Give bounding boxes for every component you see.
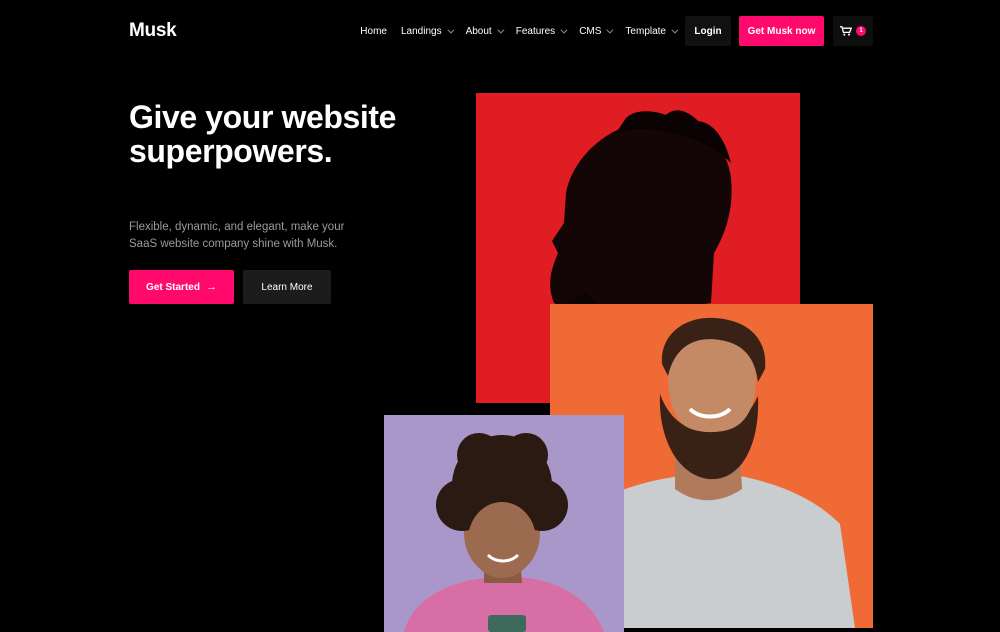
get-musk-button[interactable]: Get Musk now	[739, 16, 824, 46]
arrow-right-icon: →	[205, 281, 217, 293]
get-started-label: Get Started	[146, 281, 200, 293]
nav-item-label: Template	[625, 25, 666, 37]
nav-item-label: About	[465, 25, 492, 37]
cart-button[interactable]: 1	[833, 16, 873, 46]
brand-logo[interactable]: Musk	[129, 20, 177, 42]
nav-item-features[interactable]: Features	[515, 25, 568, 37]
chevron-down-icon	[446, 26, 455, 34]
cart-icon	[840, 26, 852, 36]
portrait-image-purple	[384, 415, 624, 632]
chevron-down-icon	[671, 26, 679, 34]
chevron-down-icon	[606, 26, 614, 34]
login-button[interactable]: Login	[685, 16, 731, 46]
chevron-down-icon	[497, 26, 505, 34]
nav-item-label: Home	[360, 25, 387, 37]
hero-title: Give your website superpowers.	[129, 99, 397, 169]
get-started-button[interactable]: Get Started →	[129, 270, 234, 304]
nav-item-label: CMS	[579, 25, 602, 37]
learn-more-button[interactable]: Learn More	[243, 270, 331, 304]
hero-subtitle: Flexible, dynamic, and elegant, make you…	[129, 221, 345, 250]
nav-item-label: Features	[515, 25, 556, 37]
nav-item-cms[interactable]: CMS	[579, 25, 614, 37]
nav-item-home[interactable]: Home	[360, 26, 387, 37]
nav-item-label: Landings	[400, 25, 442, 37]
chevron-down-icon	[560, 26, 568, 34]
cart-count-badge: 1	[856, 26, 866, 36]
nav-item-about[interactable]: About	[465, 25, 505, 37]
nav-item-landings[interactable]: Landings	[400, 25, 455, 37]
main-nav: Home Landings About Features CMS Templat…	[360, 16, 873, 46]
nav-item-template[interactable]: Template	[625, 25, 679, 37]
